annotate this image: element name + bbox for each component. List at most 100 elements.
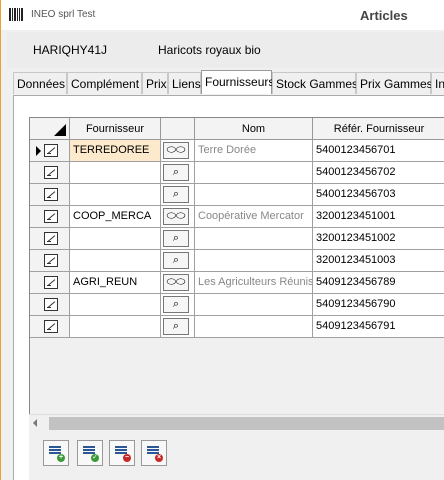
- search-icon[interactable]: ⌕: [163, 186, 189, 203]
- supplier-name-cell[interactable]: Coopérative Mercator: [195, 206, 313, 228]
- supplier-cell[interactable]: [70, 228, 161, 250]
- supplier-ref-cell[interactable]: 3200123451003: [313, 250, 444, 272]
- supplier-name-cell[interactable]: [195, 162, 313, 184]
- supplier-cell[interactable]: [70, 184, 161, 206]
- scroll-left-icon[interactable]: [33, 419, 37, 427]
- row-header[interactable]: [30, 316, 70, 338]
- edit-row-icon: [44, 232, 58, 245]
- delete-row-button[interactable]: ×: [141, 440, 167, 466]
- supplier-ref-cell[interactable]: 3200123451001: [313, 206, 444, 228]
- tab-prix-gammes[interactable]: Prix Gammes: [356, 72, 433, 94]
- glasses-icon[interactable]: ⬭⬭: [163, 274, 189, 291]
- row-header[interactable]: [30, 228, 70, 250]
- tab-in[interactable]: In: [431, 72, 444, 94]
- table-row[interactable]: ⌕ 5400123456702: [30, 162, 444, 184]
- supplier-cell[interactable]: [70, 294, 161, 316]
- supplier-ref-cell[interactable]: 5409123456790: [313, 294, 444, 316]
- edit-row-icon: [44, 320, 58, 333]
- lookup-cell: ⌕: [161, 162, 195, 184]
- row-header[interactable]: [30, 206, 70, 228]
- tab-donnees[interactable]: Données: [13, 72, 67, 94]
- table-row[interactable]: AGRI_REUN ⬭⬭ Les Agriculteurs Réunis 540912…: [30, 272, 444, 294]
- lookup-cell: ⌕: [161, 294, 195, 316]
- glasses-icon[interactable]: ⬭⬭: [163, 208, 189, 225]
- col-header-ref[interactable]: Référ. Fournisseur: [313, 118, 444, 140]
- lookup-cell: ⬭⬭: [161, 272, 195, 294]
- supplier-cell[interactable]: [70, 316, 161, 338]
- col-header-name[interactable]: Nom: [195, 118, 313, 140]
- horizontal-scrollbar[interactable]: [29, 414, 444, 432]
- article-name: Haricots royaux bio: [158, 43, 261, 57]
- edit-row-icon: [44, 298, 58, 311]
- supplier-name-cell[interactable]: [195, 228, 313, 250]
- col-header-supplier[interactable]: Fournisseur: [70, 118, 161, 140]
- supplier-cell[interactable]: COOP_MERCA: [70, 206, 161, 228]
- table-row[interactable]: ⌕ 5400123456703: [30, 184, 444, 206]
- lookup-cell: ⌕: [161, 316, 195, 338]
- delete-row-icon: ×: [155, 454, 163, 462]
- row-header[interactable]: [30, 294, 70, 316]
- scrollbar-thumb[interactable]: [49, 417, 444, 430]
- search-icon[interactable]: ⌕: [163, 318, 189, 335]
- grid-corner[interactable]: [30, 118, 70, 140]
- tab-fournisseurs[interactable]: Fournisseurs: [201, 70, 274, 94]
- edit-row-icon: [44, 210, 58, 223]
- glasses-icon[interactable]: ⬭⬭: [163, 142, 189, 159]
- lookup-cell: ⬭⬭: [161, 140, 195, 162]
- supplier-ref-cell[interactable]: 3200123451002: [313, 228, 444, 250]
- table-row[interactable]: ⌕ 5409123456791: [30, 316, 444, 338]
- edit-row-icon: [44, 188, 58, 201]
- supplier-name-cell[interactable]: [195, 316, 313, 338]
- supplier-name-cell[interactable]: [195, 184, 313, 206]
- search-icon[interactable]: ⌕: [163, 296, 189, 313]
- supplier-cell[interactable]: [70, 162, 161, 184]
- supplier-ref-cell[interactable]: 5400123456703: [313, 184, 444, 206]
- article-header: HARIQHY41J Haricots royaux bio: [7, 32, 444, 68]
- search-icon[interactable]: ⌕: [163, 164, 189, 181]
- supplier-ref-cell[interactable]: 5409123456791: [313, 316, 444, 338]
- supplier-cell[interactable]: AGRI_REUN: [70, 272, 161, 294]
- supplier-ref-cell[interactable]: 5400123456702: [313, 162, 444, 184]
- tab-stock-gammes[interactable]: Stock Gammes: [272, 72, 358, 94]
- edit-row-icon: [44, 144, 58, 157]
- row-header[interactable]: [30, 184, 70, 206]
- lookup-cell: ⌕: [161, 250, 195, 272]
- app-window: INEO sprl Test Articles HARIQHY41J Haric…: [0, 0, 444, 480]
- edit-row-icon: [44, 276, 58, 289]
- supplier-name-cell[interactable]: [195, 250, 313, 272]
- row-header[interactable]: [30, 140, 70, 162]
- validate-row-button[interactable]: ✓: [77, 440, 103, 466]
- validate-row-icon: ✓: [91, 454, 99, 462]
- supplier-cell[interactable]: [70, 250, 161, 272]
- supplier-name-cell[interactable]: Terre Dorée: [195, 140, 313, 162]
- col-header-button[interactable]: [161, 118, 195, 140]
- row-header[interactable]: [30, 162, 70, 184]
- table-row[interactable]: ⌕ 5409123456790: [30, 294, 444, 316]
- row-header[interactable]: [30, 250, 70, 272]
- select-all-icon: [54, 124, 66, 136]
- table-row[interactable]: ⌕ 3200123451002: [30, 228, 444, 250]
- table-row[interactable]: COOP_MERCA ⬭⬭ Coopérative Mercator 32001234…: [30, 206, 444, 228]
- search-icon[interactable]: ⌕: [163, 230, 189, 247]
- add-row-button[interactable]: +: [43, 440, 69, 466]
- tab-complement[interactable]: Complément: [67, 72, 142, 94]
- supplier-name-cell[interactable]: [195, 294, 313, 316]
- tab-prix[interactable]: Prix: [142, 72, 168, 94]
- suppliers-grid[interactable]: Fournisseur Nom Référ. Fournisseur TERRE…: [29, 117, 444, 433]
- article-code: HARIQHY41J: [33, 43, 108, 57]
- remove-row-button[interactable]: −: [109, 440, 135, 466]
- remove-row-icon: −: [123, 454, 131, 462]
- tab-liens[interactable]: Liens: [168, 72, 201, 94]
- table-row[interactable]: ⌕ 3200123451003: [30, 250, 444, 272]
- tab-strip: Données Complément Prix Liens Fournisseu…: [13, 70, 444, 96]
- lookup-cell: ⌕: [161, 184, 195, 206]
- barcode-icon: [9, 8, 23, 21]
- add-row-icon: +: [57, 454, 65, 462]
- supplier-name-cell[interactable]: Les Agriculteurs Réunis: [195, 272, 313, 294]
- row-header[interactable]: [30, 272, 70, 294]
- supplier-ref-cell[interactable]: 5409123456789: [313, 272, 444, 294]
- supplier-cell[interactable]: TERREDOREE: [70, 140, 161, 162]
- supplier-ref-cell[interactable]: 5400123456701: [313, 140, 444, 162]
- search-icon[interactable]: ⌕: [163, 252, 189, 269]
- table-row[interactable]: TERREDOREE ⬭⬭ Terre Dorée 5400123456701: [30, 140, 444, 162]
